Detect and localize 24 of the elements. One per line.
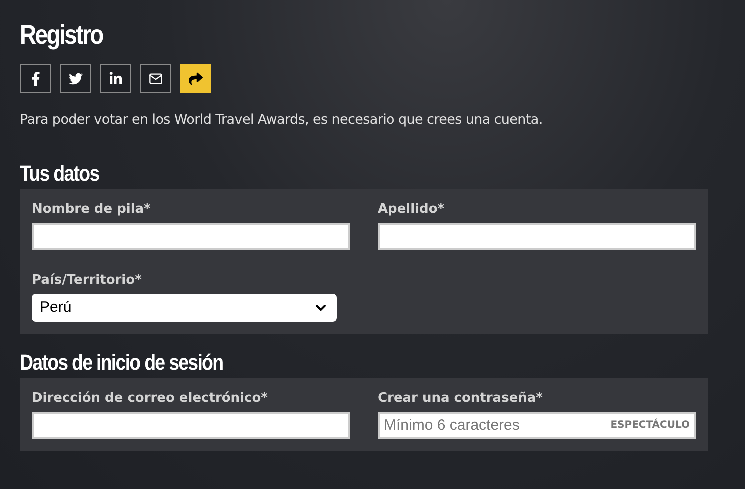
field-label: Nombre de pila* [32,203,152,216]
facebook-button[interactable] [20,64,51,93]
text-field[interactable] [378,223,696,250]
field-label: País/Territorio* [32,274,143,288]
twitter-button[interactable] [60,64,91,93]
linkedin-icon [108,72,122,86]
field-label: Crear una contraseña* [378,392,544,406]
field-label: Dirección de correo electrónico* [32,392,269,406]
section-heading: Datos de inicio de sesión [20,350,224,376]
share-arrow-icon [188,72,202,86]
page-title: Registro [20,19,104,52]
linkedin-button[interactable] [100,64,131,93]
intro-text: Para poder votar en los World Travel Awards, es necesario que crees una cuenta. [20,111,544,130]
show-password-button[interactable]: ESPECTÁCULO [610,418,690,434]
section-heading: Tus datos [20,161,100,188]
bird-icon [68,72,82,86]
envelope-icon [148,72,162,86]
text-field[interactable] [32,412,350,440]
email-button[interactable] [140,64,171,93]
share-button[interactable] [180,64,211,93]
field-label: Apellido* [378,203,446,216]
password-field[interactable]: Mínimo 6 caracteres ESPECTÁCULO [378,412,696,440]
country-select[interactable]: Perú [32,294,337,322]
text-field[interactable] [32,223,350,250]
